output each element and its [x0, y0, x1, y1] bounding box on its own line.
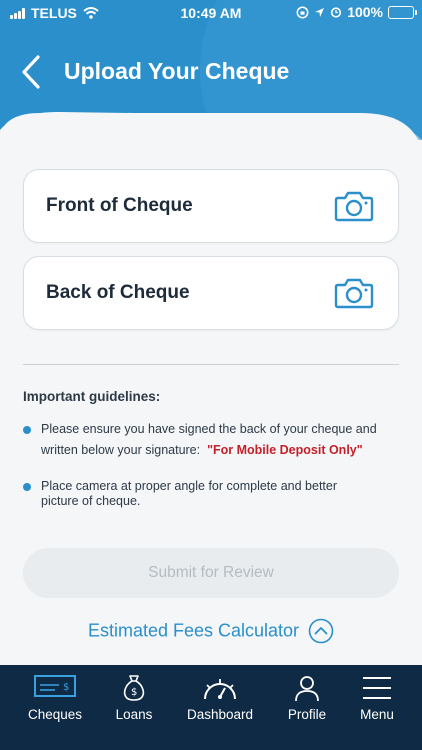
chevron-up-circle-icon [308, 618, 334, 644]
battery-percent: 100% [347, 4, 383, 20]
tab-label: Dashboard [186, 707, 254, 722]
orientation-lock-icon [296, 6, 309, 18]
chevron-left-icon [22, 55, 40, 89]
camera-icon [334, 191, 374, 222]
submit-for-review-button[interactable]: Submit for Review [23, 548, 399, 598]
svg-text:$: $ [131, 687, 137, 698]
guidelines-title: Important guidelines: [23, 389, 161, 404]
guideline-text: Place camera at proper angle for complet… [41, 479, 338, 493]
mobile-deposit-highlight: "For Mobile Deposit Only" [207, 443, 363, 457]
front-of-cheque-label: Front of Cheque [46, 195, 193, 216]
back-of-cheque-label: Back of Cheque [46, 282, 190, 303]
tab-menu[interactable]: Menu [335, 665, 419, 750]
guideline-text: Please ensure you have signed the back o… [41, 422, 377, 436]
guideline-item-signature: Please ensure you have signed the back o… [41, 419, 401, 461]
page-title: Upload Your Cheque [64, 58, 290, 84]
back-of-cheque-button[interactable]: Back of Cheque [23, 256, 399, 330]
tab-bar: $ Cheques $ Loans Dashboard Profile Menu [0, 665, 422, 750]
bullet-dot [23, 483, 31, 491]
fees-link-label: Estimated Fees Calculator [87, 620, 300, 641]
tab-cheques[interactable]: $ Cheques [13, 665, 97, 750]
tab-label: Menu [360, 707, 394, 722]
location-icon [315, 7, 325, 17]
tab-label: Cheques [27, 707, 83, 722]
bullet-dot [23, 426, 31, 434]
guideline-text-part: written below your signature: [41, 443, 201, 457]
tab-loans[interactable]: $ Loans [92, 665, 176, 750]
alarm-icon [331, 7, 342, 18]
money-bag-icon: $ [123, 675, 145, 701]
back-button[interactable] [18, 54, 48, 90]
content-curve [0, 113, 422, 155]
guideline-text: picture of cheque. [41, 494, 141, 508]
battery-icon [388, 5, 417, 19]
svg-text:$: $ [63, 682, 69, 693]
tab-label: Loans [115, 707, 153, 722]
divider [23, 364, 399, 365]
guideline-text: written below your signature: "For Mobil… [41, 440, 401, 461]
estimated-fees-calculator-link[interactable]: Estimated Fees Calculator [0, 618, 422, 644]
camera-icon [334, 278, 374, 309]
guideline-item-camera: Place camera at proper angle for complet… [41, 479, 401, 509]
gauge-icon [204, 679, 236, 700]
cheque-icon: $ [34, 675, 76, 697]
status-bar: TELUS 10:49 AM 100% [0, 0, 422, 26]
front-of-cheque-button[interactable]: Front of Cheque [23, 169, 399, 243]
tab-dashboard[interactable]: Dashboard [178, 665, 262, 750]
person-icon [295, 676, 319, 702]
hamburger-icon [363, 677, 391, 699]
